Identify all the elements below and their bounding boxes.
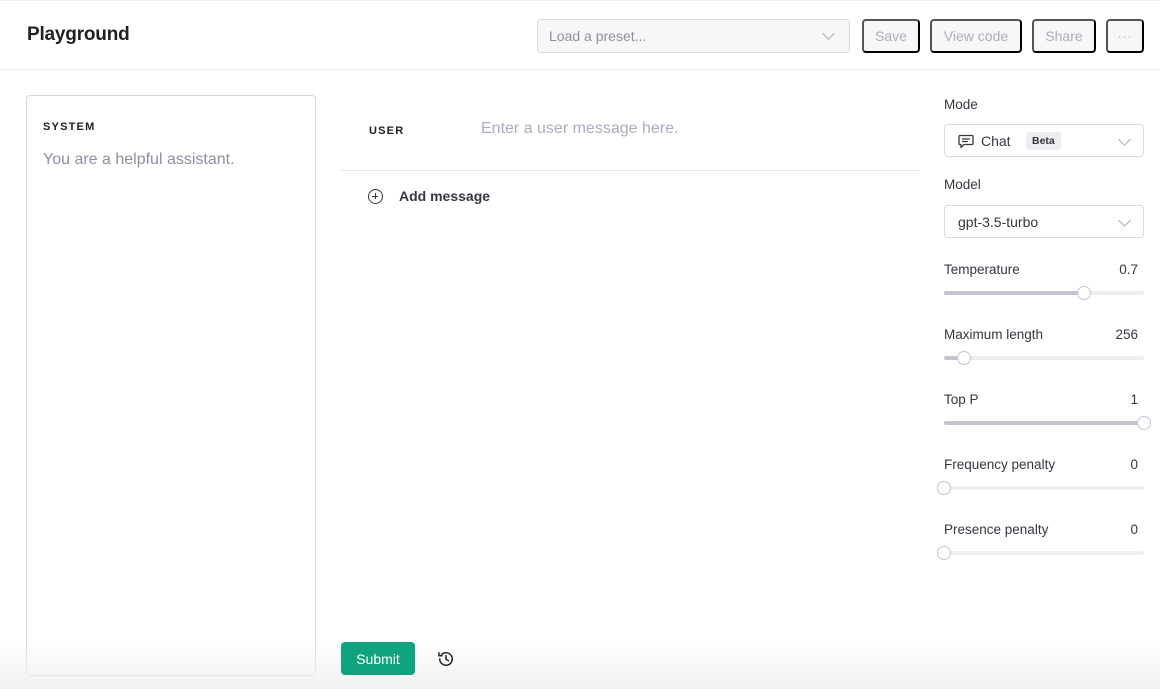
slider-thumb[interactable] <box>937 546 951 560</box>
temperature-param: Temperature 0.7 <box>944 262 1144 312</box>
model-select[interactable]: gpt-3.5-turbo <box>944 205 1144 238</box>
model-value: gpt-3.5-turbo <box>958 214 1039 230</box>
presence-penalty-label: Presence penalty <box>944 522 1049 537</box>
slider-thumb[interactable] <box>957 351 971 365</box>
history-icon[interactable] <box>436 649 456 669</box>
frequency-penalty-value[interactable]: 0 <box>1130 457 1138 472</box>
preset-placeholder: Load a preset... <box>549 28 647 44</box>
add-message-label: Add message <box>399 188 491 204</box>
top-bar: Playground Load a preset... Save View co… <box>0 0 1160 70</box>
top-p-label: Top P <box>944 392 979 407</box>
share-button[interactable]: Share <box>1032 19 1096 53</box>
presence-penalty-value[interactable]: 0 <box>1130 522 1138 537</box>
chevron-down-icon <box>1118 133 1131 146</box>
presence-penalty-slider[interactable] <box>937 546 1144 560</box>
temperature-slider[interactable] <box>944 286 1144 300</box>
chevron-down-icon <box>1118 214 1131 227</box>
slider-fill <box>944 291 1084 295</box>
maximum-length-slider[interactable] <box>944 351 1144 365</box>
submit-button[interactable]: Submit <box>341 642 415 675</box>
top-p-value[interactable]: 1 <box>1130 392 1138 407</box>
presence-penalty-param: Presence penalty 0 <box>937 522 1144 572</box>
mode-select[interactable]: Chat Beta <box>944 124 1144 157</box>
system-message-input[interactable]: You are a helpful assistant. <box>43 151 235 169</box>
temperature-value[interactable]: 0.7 <box>1119 262 1138 277</box>
frequency-penalty-param: Frequency penalty 0 <box>937 457 1144 507</box>
chat-icon <box>958 134 974 149</box>
beta-badge: Beta <box>1026 132 1061 150</box>
maximum-length-label: Maximum length <box>944 327 1044 342</box>
slider-fill <box>944 421 1144 425</box>
mode-value: Chat <box>981 133 1011 149</box>
model-label: Model <box>944 177 981 192</box>
user-role-label[interactable]: USER <box>369 125 404 137</box>
slider-thumb[interactable] <box>1077 286 1091 300</box>
system-panel[interactable]: SYSTEM You are a helpful assistant. <box>26 95 316 676</box>
frequency-penalty-label: Frequency penalty <box>944 457 1056 472</box>
user-message-input[interactable] <box>481 120 901 138</box>
plus-circle-icon <box>368 188 383 204</box>
top-p-slider[interactable] <box>944 416 1151 430</box>
user-message-row: USER <box>341 100 919 171</box>
page-title: Playground <box>27 24 130 45</box>
add-message-button[interactable]: Add message <box>368 188 490 204</box>
frequency-penalty-slider[interactable] <box>937 481 1144 495</box>
more-options-button[interactable]: ··· <box>1106 19 1144 53</box>
chevron-down-icon <box>822 27 835 40</box>
save-button[interactable]: Save <box>862 19 920 53</box>
view-code-button[interactable]: View code <box>930 19 1022 53</box>
preset-select[interactable]: Load a preset... <box>537 19 850 53</box>
mode-label: Mode <box>944 97 978 112</box>
maximum-length-value[interactable]: 256 <box>1115 327 1138 342</box>
slider-thumb[interactable] <box>937 481 951 495</box>
slider-thumb[interactable] <box>1137 416 1151 430</box>
top-p-param: Top P 1 <box>944 392 1151 442</box>
system-label: SYSTEM <box>43 121 96 133</box>
maximum-length-param: Maximum length 256 <box>944 327 1144 377</box>
temperature-label: Temperature <box>944 262 1020 277</box>
